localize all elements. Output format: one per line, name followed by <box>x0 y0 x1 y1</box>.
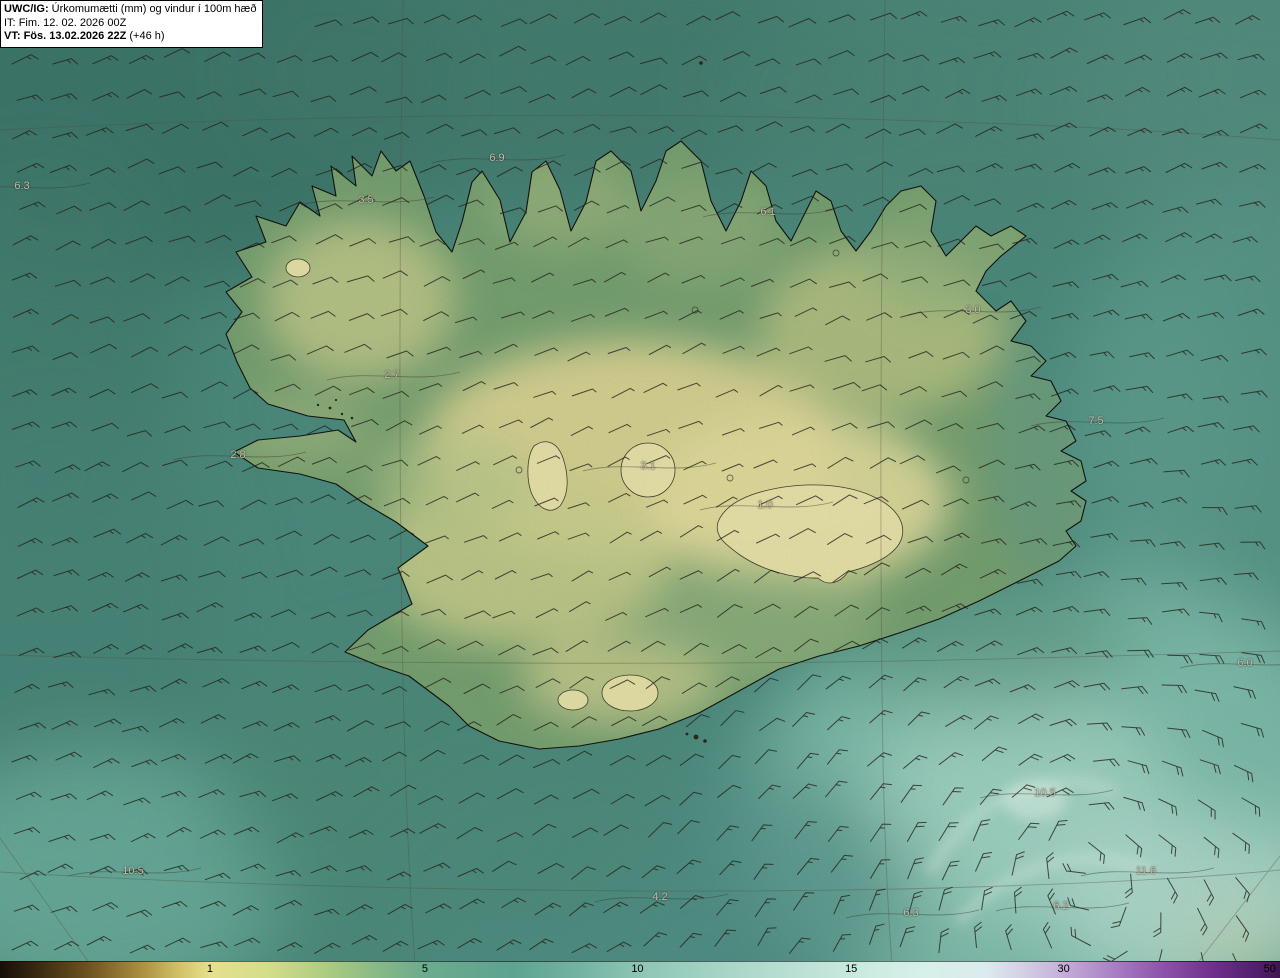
precip-colorbar: 1 5 10 15 30 50 <box>0 961 1280 978</box>
init-time: Fim. 12. 02. 2026 00Z <box>18 16 127 29</box>
colorbar-tick: 50 <box>1263 963 1276 975</box>
model-label: UWC/IG: <box>4 3 49 15</box>
weather-map-page: 6.3 6.9 3.5 6.1 3.0 2.7 7.5 2.8 3.1 1.0 6.0 10.5 10.… <box>0 0 1280 978</box>
map-title: Úrkomumætti (mm) og vindur í 100m hæð <box>51 3 257 15</box>
colorbar-tick: 5 <box>421 963 429 975</box>
map-title-line: UWC/IG: Úrkomumætti (mm) og vindur í 100… <box>4 3 256 17</box>
init-time-line: IT: Fim. 12. 02. 2026 00Z <box>4 17 256 31</box>
valid-offset: (+46 h) <box>129 30 165 42</box>
colorbar-tick: 1 <box>206 963 213 975</box>
weather-map-canvas <box>0 0 1280 978</box>
colorbar-tick: 15 <box>845 963 858 975</box>
colorbar-tick: 10 <box>631 963 644 975</box>
valid-label: VT: <box>4 30 21 42</box>
valid-time: Fös. 13.02.2026 22Z <box>23 30 127 42</box>
title-box: UWC/IG: Úrkomumætti (mm) og vindur í 100… <box>0 0 264 48</box>
colorbar-tick: 30 <box>1057 963 1070 975</box>
dither-texture <box>0 0 1280 961</box>
init-label: IT: <box>4 16 16 29</box>
valid-time-line: VT: Fös. 13.02.2026 22Z (+46 h) <box>4 30 256 44</box>
